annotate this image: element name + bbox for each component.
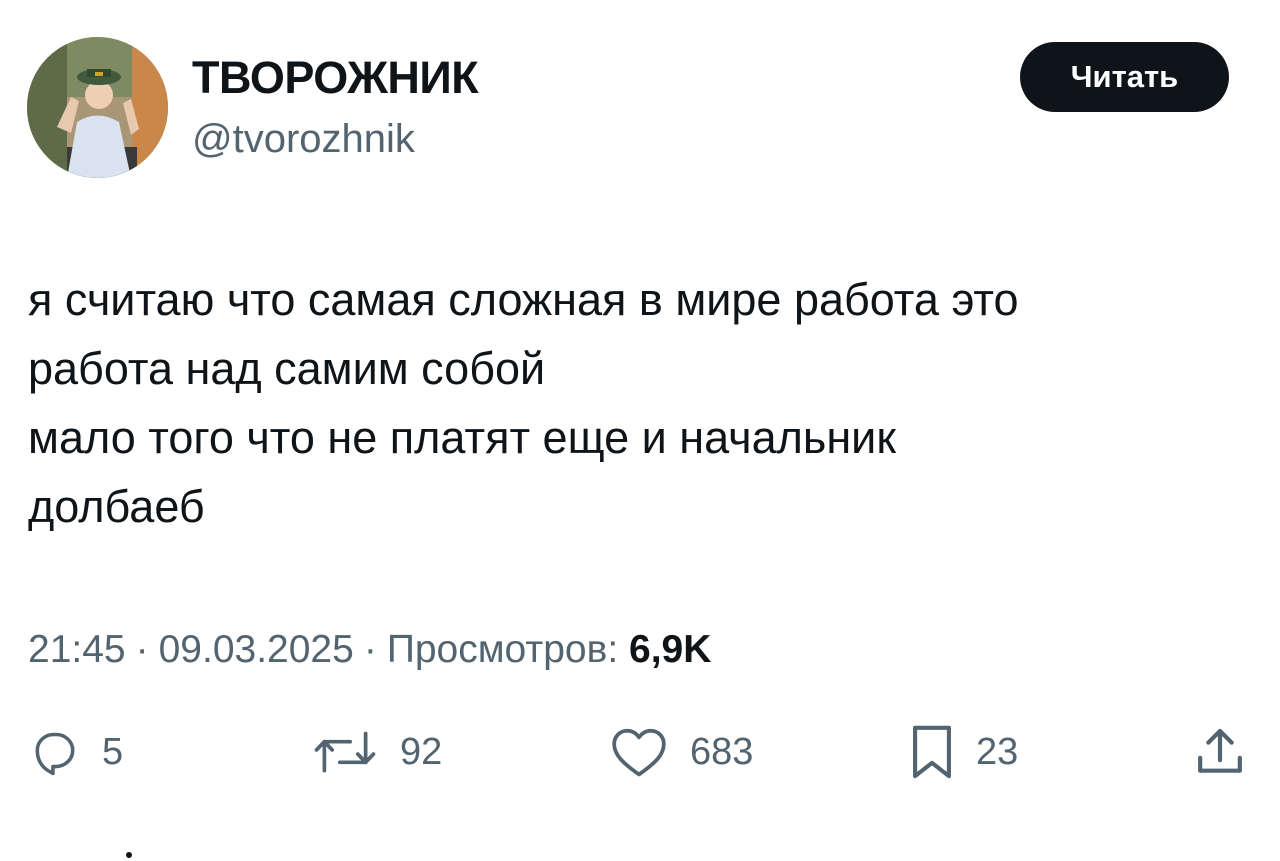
- share-icon: [1198, 728, 1242, 773]
- author-display-name[interactable]: ТВОРОЖНИК: [192, 52, 479, 104]
- bookmark-button[interactable]: 23: [910, 722, 1018, 782]
- tweet-text: я считаю что самая сложная в мире работа…: [28, 265, 1258, 541]
- meta-separator: ·: [363, 628, 377, 671]
- bookmark-count: 23: [976, 731, 1019, 773]
- retweet-count: 92: [400, 731, 443, 773]
- meta-separator: ·: [135, 628, 149, 671]
- like-button[interactable]: 683: [610, 722, 753, 782]
- tweet-text-line: мало того что не платят еще и начальник: [28, 412, 897, 463]
- bookmark-icon: [913, 725, 951, 779]
- author-handle[interactable]: @tvorozhnik: [192, 115, 415, 163]
- tweet-text-line: работа над самим собой: [28, 343, 546, 394]
- reply-count: 5: [102, 731, 124, 773]
- tweet-time[interactable]: 21:45: [28, 628, 126, 671]
- tweet-text-line: я считаю что самая сложная в мире работа…: [28, 274, 1019, 325]
- reply-icon: [35, 732, 75, 776]
- retweet-button[interactable]: 92: [312, 722, 442, 782]
- heart-icon: [612, 728, 666, 777]
- views-label: Просмотров:: [386, 628, 619, 671]
- follow-button[interactable]: Читать: [1020, 42, 1229, 112]
- avatar[interactable]: [27, 37, 168, 178]
- cropped-content-dot: [126, 852, 132, 858]
- tweet-text-line: долбаеб: [28, 481, 205, 532]
- reply-button[interactable]: 5: [30, 722, 123, 782]
- like-count: 683: [690, 731, 754, 773]
- tweet-date[interactable]: 09.03.2025: [159, 628, 354, 671]
- views-count[interactable]: 6,9K: [629, 628, 711, 671]
- share-button[interactable]: [1192, 722, 1248, 782]
- tweet-card: ТВОРОЖНИК @tvorozhnik Читать я считаю чт…: [0, 0, 1280, 861]
- retweet-icon: [314, 731, 376, 773]
- avatar-photo: [27, 37, 168, 178]
- tweet-meta: 21:45 · 09.03.2025 · Просмотров: 6,9K: [28, 626, 711, 674]
